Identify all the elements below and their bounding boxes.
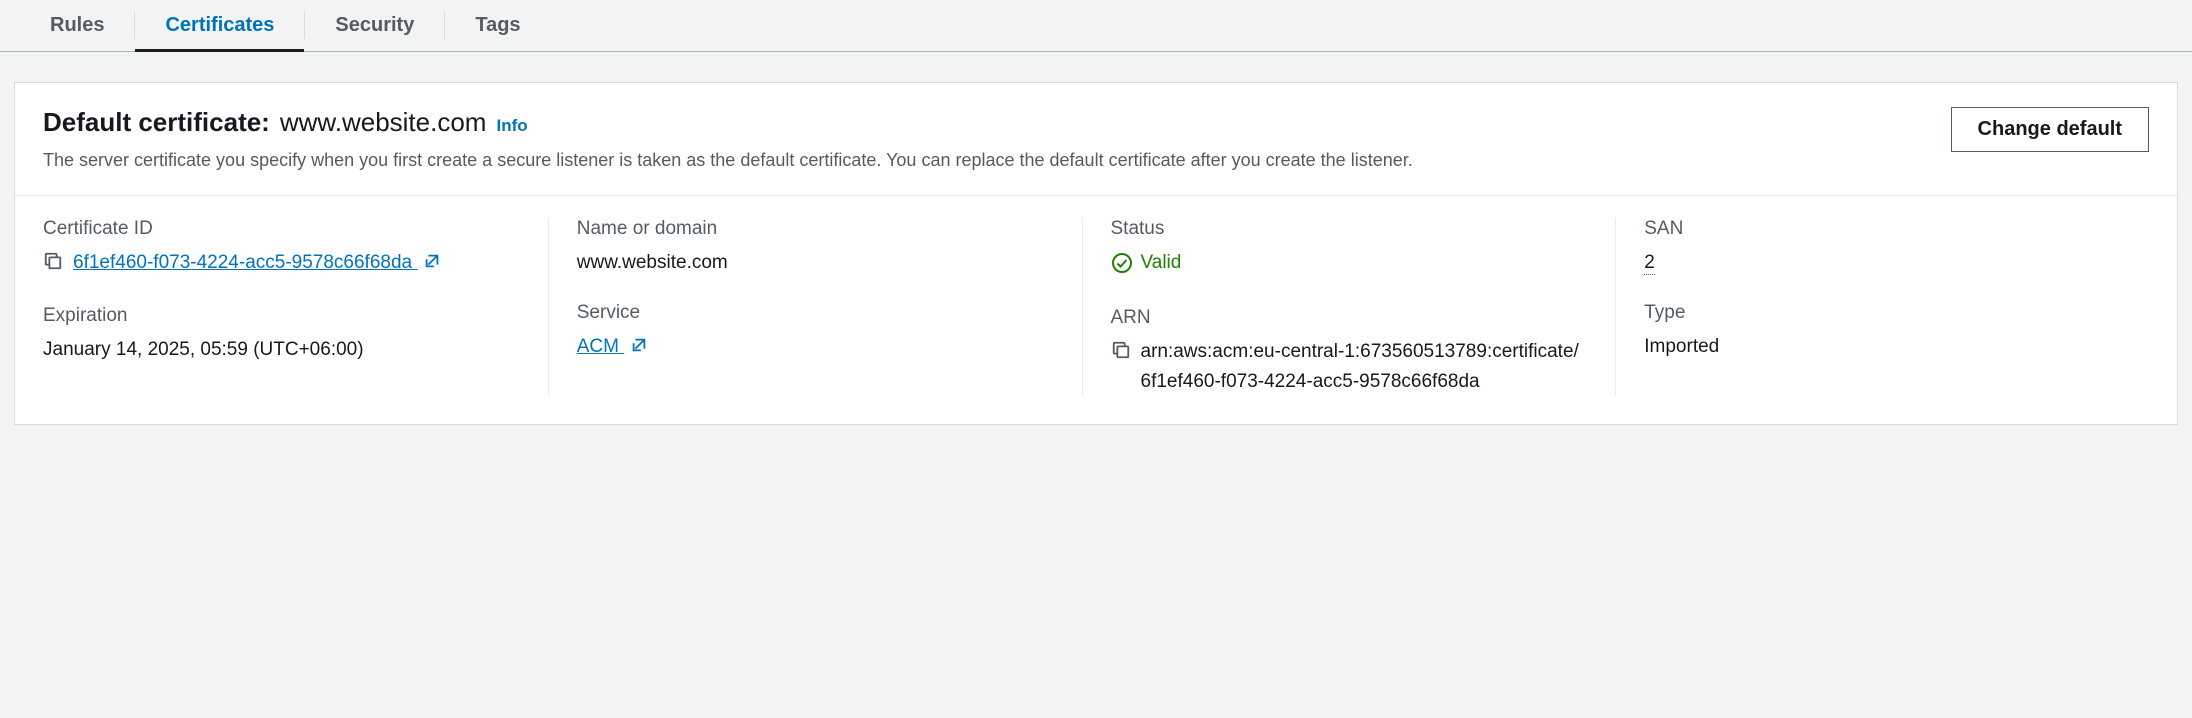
check-circle-icon: [1111, 252, 1133, 274]
panel-description: The server certificate you specify when …: [43, 148, 1931, 173]
details-grid: Certificate ID 6f1ef460-f073-4224-acc5-9…: [15, 196, 2177, 424]
type-label: Type: [1644, 302, 2121, 324]
service-link[interactable]: ACM: [577, 336, 649, 357]
expiration-label: Expiration: [43, 305, 520, 327]
panel-title-prefix: Default certificate:: [43, 107, 270, 138]
cert-id-link[interactable]: 6f1ef460-f073-4224-acc5-9578c66f68da: [73, 248, 441, 279]
arn-label: ARN: [1111, 307, 1588, 329]
san-value[interactable]: 2: [1644, 252, 1655, 275]
tab-tags[interactable]: Tags: [445, 0, 550, 51]
service-value: ACM: [577, 336, 619, 357]
tab-rules[interactable]: Rules: [20, 0, 134, 51]
info-link[interactable]: Info: [496, 116, 527, 136]
cert-id-value: 6f1ef460-f073-4224-acc5-9578c66f68da: [73, 252, 412, 273]
san-label: SAN: [1644, 218, 2121, 240]
status-badge: Valid: [1111, 248, 1182, 277]
status-label: Status: [1111, 218, 1588, 240]
change-default-button[interactable]: Change default: [1951, 107, 2149, 152]
copy-icon[interactable]: [43, 251, 63, 280]
cert-id-label: Certificate ID: [43, 218, 520, 240]
service-label: Service: [577, 302, 1054, 324]
arn-value: arn:aws:acm:eu-central-1:673560513789:ce…: [1141, 337, 1588, 396]
external-link-icon: [423, 250, 441, 279]
panel-header: Default certificate: www.website.com Inf…: [15, 83, 2177, 196]
tab-security[interactable]: Security: [305, 0, 444, 51]
panel-title-domain: www.website.com: [280, 107, 487, 138]
name-value: www.website.com: [577, 248, 1054, 277]
name-label: Name or domain: [577, 218, 1054, 240]
tabs-bar: Rules Certificates Security Tags: [0, 0, 2192, 52]
tab-certificates[interactable]: Certificates: [135, 0, 304, 51]
status-value: Valid: [1141, 248, 1182, 277]
default-certificate-panel: Default certificate: www.website.com Inf…: [14, 82, 2178, 425]
copy-icon[interactable]: [1111, 340, 1131, 369]
external-link-icon: [630, 334, 648, 363]
type-value: Imported: [1644, 332, 2121, 361]
expiration-value: January 14, 2025, 05:59 (UTC+06:00): [43, 335, 520, 364]
